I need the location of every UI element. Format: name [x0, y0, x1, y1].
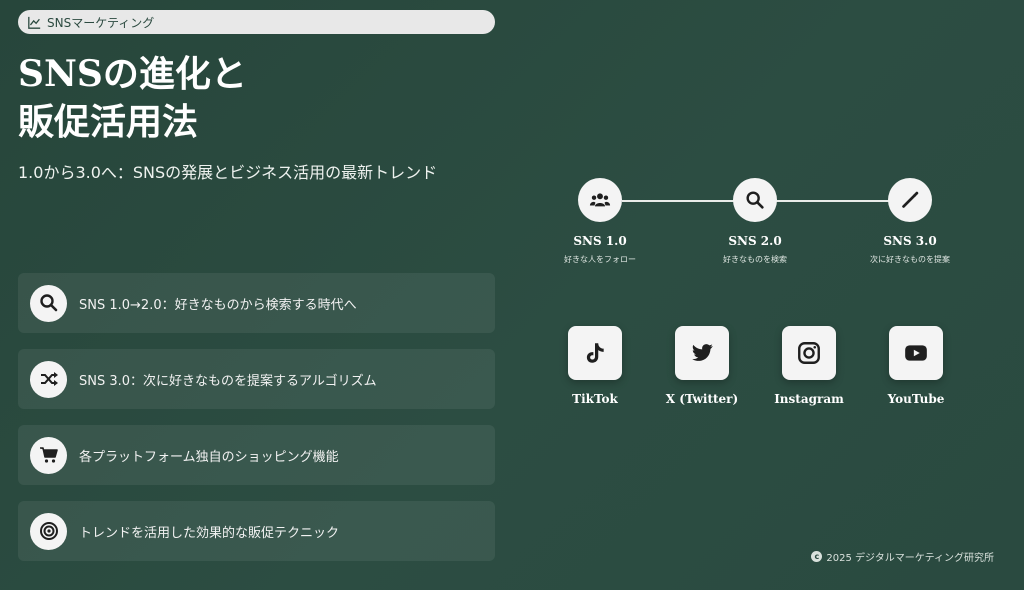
timeline-step-desc: 好きなものを検索 [723, 255, 787, 264]
twitter-icon [675, 326, 729, 380]
timeline-step-name: SNS 3.0 [883, 234, 937, 248]
magic-wand-icon [888, 178, 932, 222]
instagram-icon [782, 326, 836, 380]
platform-label: TikTok [572, 392, 618, 406]
target-icon [30, 512, 67, 550]
feature-text: トレンドを活用した効果的な販促テクニック [79, 525, 340, 541]
youtube-icon [889, 326, 943, 380]
timeline-step-sns1: SNS 1.0 好きな人をフォロー [540, 178, 660, 265]
shuffle-icon [30, 360, 67, 398]
timeline-step-desc: 好きな人をフォロー [564, 255, 636, 264]
timeline-step-sns3: SNS 3.0 次に好きなものを提案 [850, 178, 970, 265]
platform-twitter[interactable]: X (Twitter) [647, 326, 757, 406]
cart-icon [30, 436, 67, 474]
platform-label: X (Twitter) [665, 392, 739, 406]
page-title-line2: 販促活用法 [18, 101, 199, 143]
platform-list: TikTok X (Twitter) Instagram YouTube [540, 326, 1010, 416]
tiktok-icon [568, 326, 622, 380]
timeline-step-name: SNS 2.0 [728, 234, 782, 248]
feature-text: SNS 3.0：次に好きなものを提案するアルゴリズム [79, 373, 377, 389]
platform-youtube[interactable]: YouTube [861, 326, 971, 406]
feature-item-algorithm: SNS 3.0：次に好きなものを提案するアルゴリズム [18, 349, 495, 409]
page-title-line1: SNSの進化と [18, 53, 247, 95]
platform-instagram[interactable]: Instagram [754, 326, 864, 406]
sns-evolution-timeline: SNS 1.0 好きな人をフォロー SNS 2.0 好きなものを検索 SNS 3… [540, 178, 1010, 278]
copyright-text: 2025 デジタルマーケティング研究所 [826, 553, 994, 564]
platform-label: YouTube [887, 392, 945, 406]
search-icon [733, 178, 777, 222]
timeline-step-desc: 次に好きなものを提案 [870, 255, 950, 264]
platform-label: Instagram [774, 392, 844, 406]
platform-tiktok[interactable]: TikTok [540, 326, 650, 406]
page-title: SNSの進化と 販促活用法 [18, 50, 495, 146]
timeline-step-name: SNS 1.0 [573, 234, 627, 248]
feature-text: SNS 1.0→2.0：好きなものから検索する時代へ [79, 297, 357, 313]
search-icon [30, 284, 67, 322]
copyright-icon: c [811, 551, 823, 562]
feature-item-shopping: 各プラットフォーム独自のショッピング機能 [18, 425, 495, 485]
feature-item-search: SNS 1.0→2.0：好きなものから検索する時代へ [18, 273, 495, 333]
category-tag: SNSマーケティング [18, 10, 495, 34]
chart-line-icon [28, 16, 41, 29]
users-icon [578, 178, 622, 222]
feature-list: SNS 1.0→2.0：好きなものから検索する時代へ SNS 3.0：次に好きな… [18, 273, 495, 577]
footer: c 2025 デジタルマーケティング研究所 [811, 549, 994, 564]
feature-item-trend: トレンドを活用した効果的な販促テクニック [18, 501, 495, 561]
page-subtitle: 1.0から3.0へ：SNSの発展とビジネス活用の最新トレンド [18, 163, 438, 182]
timeline-step-sns2: SNS 2.0 好きなものを検索 [695, 178, 815, 265]
feature-text: 各プラットフォーム独自のショッピング機能 [79, 449, 339, 465]
category-tag-label: SNSマーケティング [47, 15, 155, 30]
hero-section: SNSマーケティング SNSの進化と 販促活用法 1.0から3.0へ：SNSの発… [18, 10, 495, 186]
